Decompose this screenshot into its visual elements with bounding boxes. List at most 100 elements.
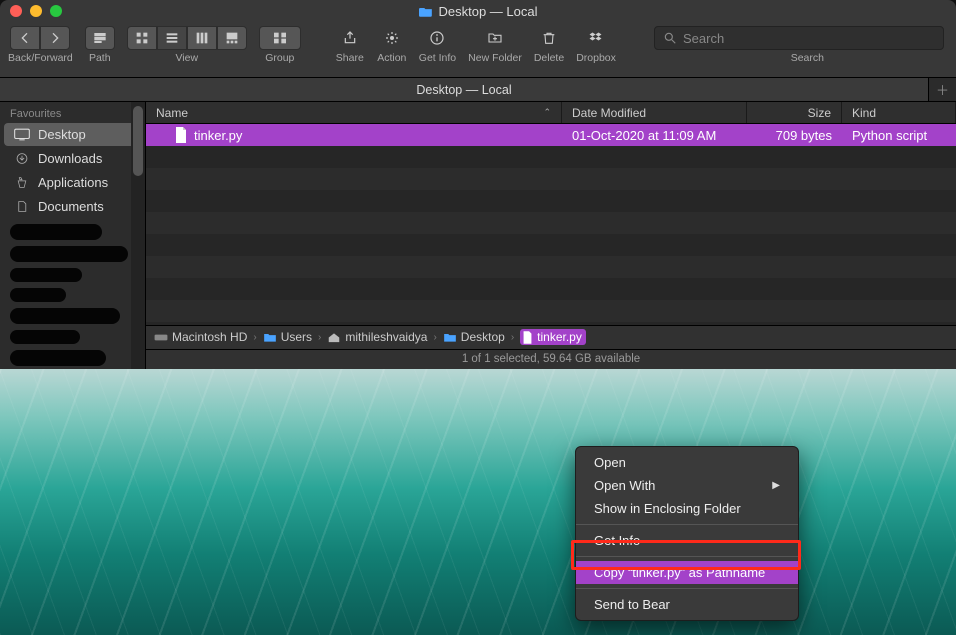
back-forward-label: Back/Forward <box>8 52 73 64</box>
ctx-open[interactable]: Open <box>576 451 798 474</box>
forward-button[interactable] <box>40 26 70 50</box>
ctx-send-to-bear[interactable]: Send to Bear <box>576 593 798 616</box>
share-button[interactable] <box>335 26 365 50</box>
search-label: Search <box>791 52 944 64</box>
file-date: 01-Oct-2020 at 11:09 AM <box>572 128 716 143</box>
desktop-wallpaper <box>0 369 956 635</box>
new-folder-label: New Folder <box>468 52 522 64</box>
column-name[interactable]: Name⌃ <box>146 102 562 123</box>
search-field[interactable] <box>654 26 944 50</box>
ctx-separator <box>576 524 798 525</box>
sidebar-section-favourites: Favourites <box>0 102 145 122</box>
ctx-separator <box>576 588 798 589</box>
sidebar-item-label: Downloads <box>38 151 102 166</box>
action-button[interactable] <box>377 26 407 50</box>
sidebar-scrollbar[interactable] <box>131 102 145 369</box>
view-gallery-button[interactable] <box>217 26 247 50</box>
sidebar-item-desktop[interactable]: Desktop <box>4 123 141 146</box>
group-button[interactable] <box>259 26 301 50</box>
new-tab-button[interactable]: ＋ <box>928 78 956 101</box>
file-icon <box>174 127 188 143</box>
home-icon <box>327 332 341 343</box>
sidebar-item-documents[interactable]: Documents <box>4 195 141 218</box>
folder-icon <box>419 6 433 17</box>
back-button[interactable] <box>10 26 40 50</box>
ctx-get-info[interactable]: Get Info <box>576 529 798 552</box>
action-label: Action <box>377 52 406 64</box>
sidebar-item-downloads[interactable]: Downloads <box>4 147 141 170</box>
sidebar: Favourites Desktop Downloads Application… <box>0 102 146 369</box>
view-icons-button[interactable] <box>127 26 157 50</box>
dropbox-button[interactable] <box>581 26 611 50</box>
chevron-right-icon: › <box>251 332 258 343</box>
get-info-label: Get Info <box>419 52 456 64</box>
documents-icon <box>14 200 30 213</box>
ctx-open-with[interactable]: Open With▶ <box>576 474 798 497</box>
sidebar-item-label: Documents <box>38 199 104 214</box>
file-list: tinker.py 01-Oct-2020 at 11:09 AM 709 by… <box>146 124 956 325</box>
path-seg-hd[interactable]: Macintosh HD <box>154 330 247 344</box>
folder-icon <box>443 332 457 343</box>
tab-desktop[interactable]: Desktop — Local <box>0 78 928 101</box>
desktop-icon <box>14 128 30 141</box>
ctx-copy-pathname[interactable]: Copy “tinker.py” as Pathname <box>576 561 798 584</box>
path-label: Path <box>89 52 111 64</box>
window-title: Desktop — Local <box>439 4 538 19</box>
get-info-button[interactable] <box>422 26 452 50</box>
ctx-separator <box>576 556 798 557</box>
downloads-icon <box>14 152 30 165</box>
view-list-button[interactable] <box>157 26 187 50</box>
view-label: View <box>175 52 198 64</box>
path-button[interactable] <box>85 26 115 50</box>
status-bar: 1 of 1 selected, 59.64 GB available <box>146 349 956 369</box>
column-size[interactable]: Size <box>747 102 842 123</box>
status-text: 1 of 1 selected, 59.64 GB available <box>462 353 640 365</box>
redacted-item <box>10 246 128 262</box>
path-bar: Macintosh HD › Users › mithileshvaidya ›… <box>146 325 956 349</box>
new-folder-button[interactable] <box>480 26 510 50</box>
delete-button[interactable] <box>534 26 564 50</box>
window-zoom-button[interactable] <box>50 5 62 17</box>
titlebar: Desktop — Local <box>0 0 956 22</box>
window-close-button[interactable] <box>10 5 22 17</box>
redacted-item <box>10 224 102 240</box>
redacted-item <box>10 268 82 282</box>
chevron-right-icon: ▶ <box>772 480 780 491</box>
toolbar: Back/Forward Path View Group Share <box>0 22 956 78</box>
delete-label: Delete <box>534 52 564 64</box>
file-kind: Python script <box>852 128 927 143</box>
file-icon <box>522 331 533 344</box>
redacted-item <box>10 330 80 344</box>
search-icon <box>663 31 677 45</box>
chevron-right-icon: › <box>431 332 438 343</box>
path-seg-user[interactable]: mithileshvaidya <box>327 330 427 344</box>
chevron-right-icon: › <box>509 332 516 343</box>
sidebar-item-applications[interactable]: Applications <box>4 171 141 194</box>
column-kind[interactable]: Kind <box>842 102 956 123</box>
tab-strip: Desktop — Local ＋ <box>0 78 956 102</box>
share-label: Share <box>336 52 364 64</box>
group-label: Group <box>265 52 294 64</box>
file-row[interactable]: tinker.py 01-Oct-2020 at 11:09 AM 709 by… <box>146 124 956 146</box>
path-seg-file[interactable]: tinker.py <box>520 329 586 345</box>
sort-caret-icon: ⌃ <box>543 107 551 118</box>
context-menu: Open Open With▶ Show in Enclosing Folder… <box>575 446 799 621</box>
dropbox-label: Dropbox <box>576 52 616 64</box>
column-headers: Name⌃ Date Modified Size Kind <box>146 102 956 124</box>
hd-icon <box>154 332 168 343</box>
file-size: 709 bytes <box>776 128 832 143</box>
ctx-show-enclosing[interactable]: Show in Enclosing Folder <box>576 497 798 520</box>
tab-title: Desktop — Local <box>416 83 511 97</box>
chevron-right-icon: › <box>316 332 323 343</box>
view-columns-button[interactable] <box>187 26 217 50</box>
sidebar-item-label: Desktop <box>38 127 86 142</box>
path-seg-desktop[interactable]: Desktop <box>443 330 505 344</box>
redacted-item <box>10 308 120 324</box>
file-name: tinker.py <box>194 128 242 143</box>
path-seg-users[interactable]: Users <box>263 330 312 344</box>
window-minimize-button[interactable] <box>30 5 42 17</box>
column-date[interactable]: Date Modified <box>562 102 747 123</box>
redacted-item <box>10 288 66 302</box>
search-input[interactable] <box>683 31 935 46</box>
sidebar-item-label: Applications <box>38 175 108 190</box>
